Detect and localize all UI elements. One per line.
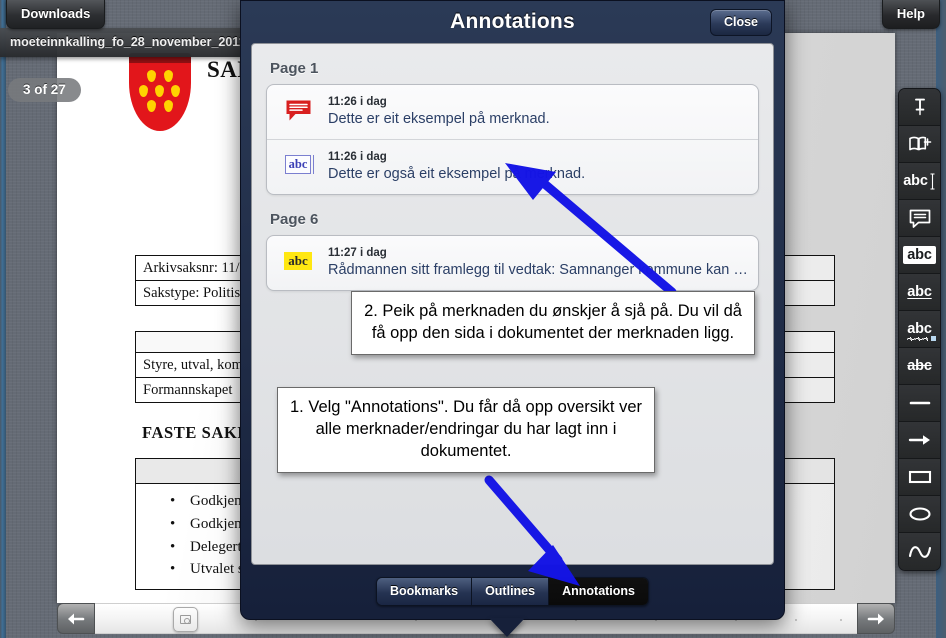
tab-annotations[interactable]: Annotations — [549, 577, 649, 605]
tab-bookmarks[interactable]: Bookmarks — [376, 577, 473, 605]
strikeout-tool-icon[interactable]: abc — [899, 348, 940, 385]
pin-tool-icon[interactable] — [899, 89, 940, 126]
annotation-tool-rail[interactable]: abc abc abc abc abc — [898, 88, 941, 571]
strikeout-tool-label: abc — [907, 358, 932, 374]
rectangle-tool-icon[interactable] — [899, 459, 940, 496]
annotation-time: 11:27 i dag — [328, 246, 387, 259]
squiggly-color-dot — [931, 336, 936, 341]
annotation-time: 11:26 i dag — [328, 150, 387, 163]
segmented-control[interactable]: Bookmarks Outlines Annotations — [375, 576, 650, 606]
bookmark-add-icon[interactable] — [899, 126, 940, 163]
annotation-text-block: 11:26 i dag Dette er eit eksempel på mer… — [328, 94, 550, 130]
annotation-row[interactable]: abc 11:27 i dag Rådmannen sitt framlegg … — [267, 236, 758, 290]
backdrop-left-strip — [0, 0, 6, 638]
highlight-tool-label: abc — [903, 246, 936, 264]
popover-titlebar: Annotations Close — [251, 1, 774, 43]
page-group-title: Page 6 — [270, 210, 319, 228]
annotation-text-block: 11:26 i dag Dette er også eit eksempel p… — [328, 149, 585, 185]
close-button[interactable]: Close — [709, 9, 772, 36]
callout-step-1: 1. Velg "Annotations". Du får då opp ove… — [277, 387, 655, 473]
squiggly-tool-icon[interactable]: abc — [899, 311, 940, 348]
underline-tool-label: abc — [907, 284, 932, 300]
popover-tail — [489, 618, 525, 637]
arrow-tool-icon[interactable] — [899, 422, 940, 459]
abc-glyph: abc — [284, 251, 312, 270]
page-thumbnail-icon — [180, 615, 191, 624]
downloads-button[interactable]: Downloads — [6, 0, 106, 29]
annotation-row[interactable]: 11:26 i dag Dette er eit eksempel på mer… — [267, 85, 758, 140]
scrubber-thumb[interactable] — [173, 607, 198, 632]
note-bubble-icon — [280, 94, 316, 124]
note-tool-icon[interactable] — [899, 200, 940, 237]
previous-page-arrow-icon[interactable] — [57, 603, 95, 634]
popover-tab-bar[interactable]: Bookmarks Outlines Annotations — [251, 565, 774, 609]
tab-outlines[interactable]: Outlines — [472, 577, 550, 605]
page-group-card: abc 11:27 i dag Rådmannen sitt framlegg … — [266, 234, 759, 291]
callout-step-2: 2. Peik på merknaden du ønskjer å sjå på… — [351, 291, 755, 355]
line-tool-icon[interactable] — [899, 385, 940, 422]
highlight-tool-icon[interactable]: abc — [899, 237, 940, 274]
coat-of-arms-icon — [129, 53, 191, 131]
annotation-body: Dette er også eit eksempel på merknad. — [328, 166, 586, 183]
text-abc-icon: abc — [280, 149, 316, 179]
annotation-time: 11:26 i dag — [328, 96, 387, 108]
next-page-arrow-icon[interactable] — [857, 603, 895, 634]
abc-glyph: abc — [284, 155, 315, 175]
freehand-tool-icon[interactable] — [899, 533, 940, 570]
annotation-row[interactable]: abc 11:26 i dag Dette er også eit eksemp… — [267, 140, 758, 194]
annotation-body: Dette er eit eksempel på merknad. — [328, 111, 550, 128]
ellipse-tool-icon[interactable] — [899, 496, 940, 533]
text-tool-label: abc — [903, 173, 928, 189]
underline-tool-icon[interactable]: abc — [899, 274, 940, 311]
annotation-body: Rådmannen sitt framlegg til vedtak: Samn… — [328, 262, 748, 279]
squiggly-tool-label: abc — [907, 321, 932, 341]
page-group-title: Page 1 — [270, 60, 319, 77]
text-tool-icon[interactable]: abc — [899, 163, 940, 200]
page-group-card: 11:26 i dag Dette er eit eksempel på mer… — [266, 84, 759, 195]
app-background: SAMNANGER KOMMUNE Arkivsaksnr: 11/717-1 … — [0, 0, 946, 638]
help-button[interactable]: Help — [881, 0, 940, 29]
highlight-abc-icon: abc — [280, 245, 316, 275]
page-indicator: 3 of 27 — [8, 78, 81, 102]
annotation-text-block: 11:27 i dag Rådmannen sitt framlegg til … — [328, 245, 748, 281]
popover-title: Annotations — [450, 10, 575, 33]
